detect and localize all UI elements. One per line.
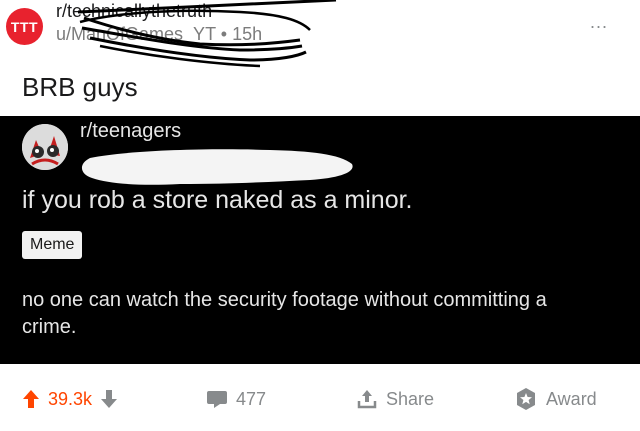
post-title[interactable]: BRB guys <box>22 72 138 103</box>
more-options-icon[interactable]: ... <box>590 12 614 32</box>
upvote-icon[interactable] <box>22 389 40 409</box>
upvote-count: 39.3k <box>48 388 93 409</box>
redaction-blot <box>81 149 353 185</box>
comments-button[interactable]: 477 <box>206 384 266 414</box>
award-button[interactable]: Award <box>514 384 597 414</box>
share-label: Share <box>386 388 435 409</box>
share-button[interactable]: Share <box>356 384 434 414</box>
redaction-scribble <box>77 0 337 68</box>
comment-count: 477 <box>236 388 267 409</box>
flair-badge: Meme <box>22 231 83 259</box>
downvote-icon[interactable] <box>100 389 118 409</box>
award-icon <box>514 387 538 411</box>
comment-icon <box>206 389 228 409</box>
share-icon <box>356 388 378 410</box>
vote-bar: 39.3k <box>22 384 118 414</box>
award-label: Award <box>546 388 597 409</box>
teenagers-avatar-icon <box>22 124 68 170</box>
subreddit-avatar[interactable]: TTT <box>6 8 43 45</box>
embedded-post-title: if you rob a store naked as a minor. <box>22 186 413 214</box>
embedded-post-body: no one can watch the security footage wi… <box>22 289 547 338</box>
